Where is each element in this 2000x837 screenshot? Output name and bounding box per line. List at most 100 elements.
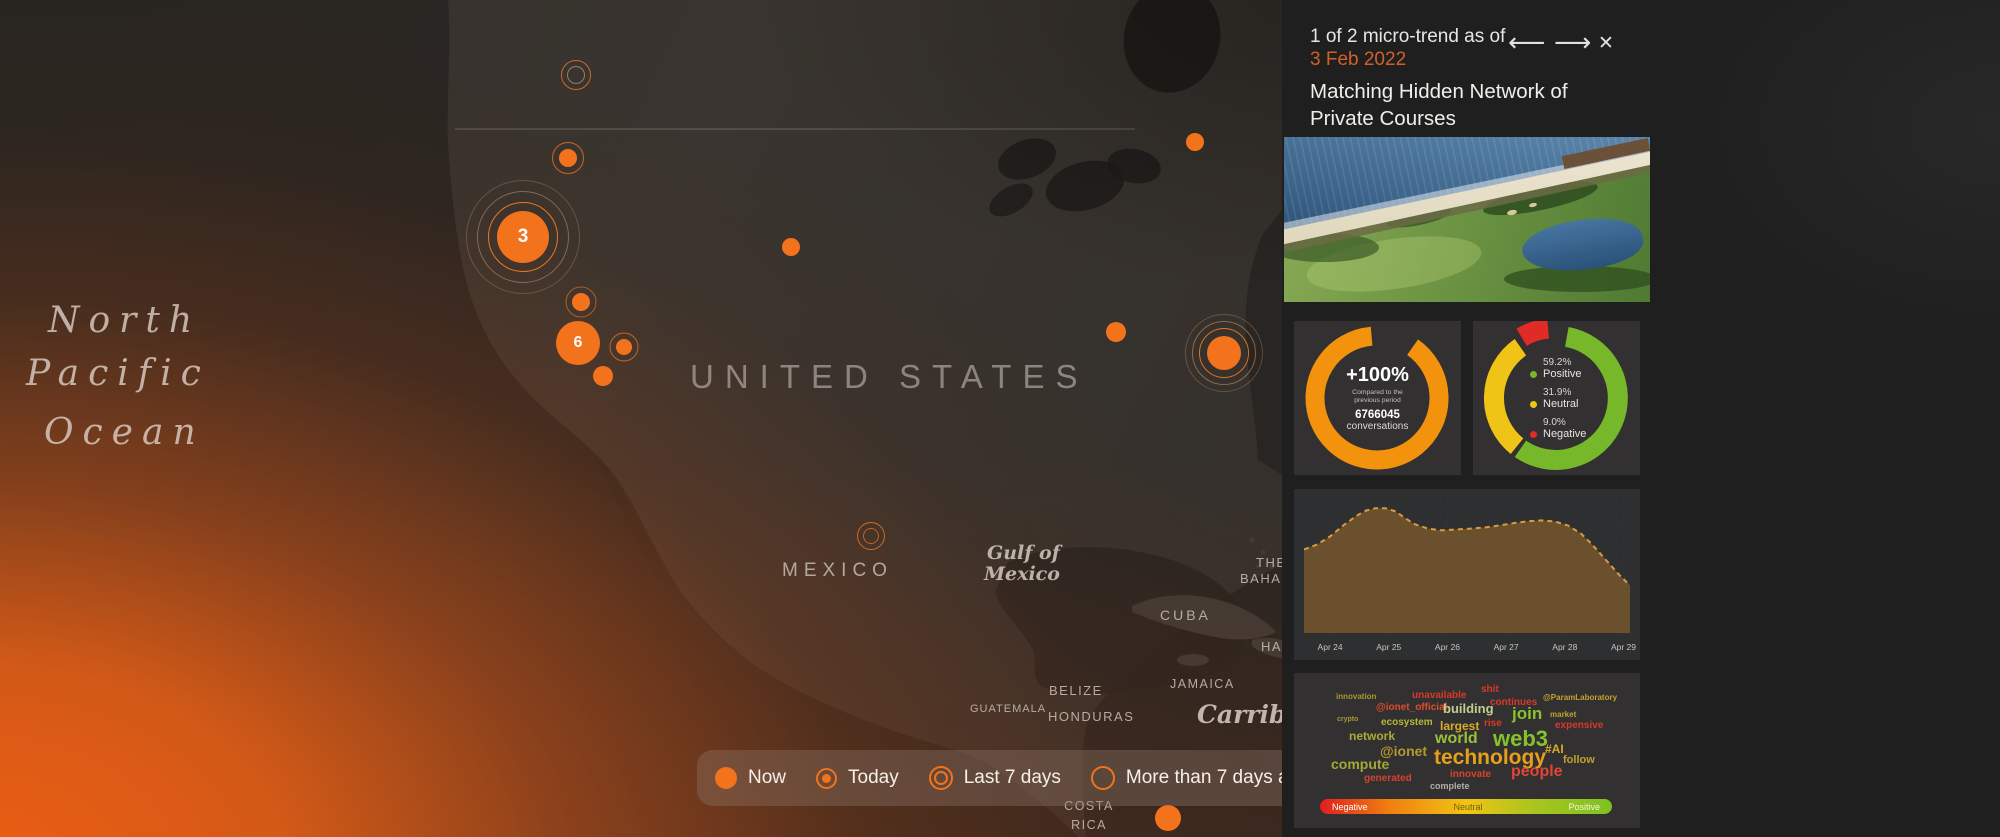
prev-arrow-icon[interactable]: ⟵ [1508, 30, 1545, 56]
wordcloud-term[interactable]: unavailable [1412, 691, 1466, 701]
now-dot-icon [715, 767, 737, 789]
wordcloud-term[interactable]: world [1435, 731, 1478, 747]
x-tick-label: Apr 27 [1494, 642, 1519, 652]
marker-dot: 3 [497, 211, 549, 263]
x-tick-label: Apr 26 [1435, 642, 1460, 652]
label-gulf-of-mexico: Mexico [984, 563, 1060, 585]
label-mexico: MEXICO [782, 560, 893, 582]
wordcloud-term[interactable]: #AI [1545, 743, 1564, 755]
legend-item-now: Now [715, 767, 786, 789]
legend-label: Today [848, 767, 899, 789]
label-north-pacific-ocean: Ocean [44, 412, 205, 453]
close-icon[interactable]: ✕ [1598, 34, 1614, 53]
x-tick-label: Apr 29 [1611, 642, 1636, 652]
marker-dot [1106, 322, 1126, 342]
trend-image-golf-course [1284, 137, 1650, 302]
marker-ring [863, 528, 879, 544]
double-ring-icon [929, 766, 953, 790]
x-tick-label: Apr 25 [1376, 642, 1401, 652]
conversation-volume-card: +100% Compared to the previous period 67… [1294, 321, 1461, 475]
conversation-timeline-card: Apr 24 Apr 25 Apr 26 Apr 27 Apr 28 Apr 29 [1294, 489, 1640, 660]
sentiment-pct: 31.9% [1543, 387, 1586, 398]
today-ring-dot-icon [816, 768, 837, 789]
sentiment-gradient-bar: Negative Neutral Positive [1320, 799, 1612, 814]
conversation-count: 6766045 [1333, 409, 1423, 421]
label-caribbean: Carribbean [1197, 700, 1290, 729]
sentiment-legend-item: 31.9%Neutral [1530, 387, 1586, 410]
sentiment-bar-negative-label: Negative [1332, 802, 1368, 812]
marker-dot [1207, 336, 1241, 370]
wordcloud-term[interactable]: network [1349, 730, 1395, 742]
wordcloud-term[interactable]: @ionet_official [1376, 703, 1447, 713]
wordcloud-term[interactable]: people [1511, 764, 1563, 780]
single-ring-icon [1091, 766, 1115, 790]
sentiment-card: 59.2%Positive 31.9%Neutral 9.0%Negative [1473, 321, 1640, 475]
sentiment-dot-icon [1530, 431, 1537, 438]
volume-change: +100% [1333, 364, 1423, 387]
label-north-pacific-ocean: North [48, 300, 201, 341]
legend-item-last-7-days: Last 7 days [929, 766, 1061, 790]
legend-label: Now [748, 767, 786, 789]
sentiment-legend-item: 9.0%Negative [1530, 417, 1586, 440]
label-cuba: CUBA [1160, 607, 1211, 623]
next-arrow-icon[interactable]: ⟶ [1554, 30, 1591, 56]
x-tick-label: Apr 24 [1318, 642, 1343, 652]
wordcloud-term[interactable]: ecosystem [1381, 718, 1433, 728]
wordcloud-term[interactable]: @ParamLaboratory [1543, 694, 1617, 702]
marker-dot [1155, 805, 1181, 831]
marker-dot [559, 149, 577, 167]
volume-donut-center: +100% Compared to the previous period 67… [1333, 364, 1423, 432]
trend-date: 3 Feb 2022 [1310, 49, 1406, 71]
marker-dot [572, 293, 590, 311]
legend-label: More than 7 days ago [1126, 767, 1290, 789]
marker-dot [616, 339, 632, 355]
marker-dot [593, 366, 613, 386]
label-guatemala: GUATEMALA [970, 703, 1046, 715]
legend-item-today: Today [816, 767, 899, 789]
sentiment-pct: 9.0% [1543, 417, 1586, 428]
legend-label: Last 7 days [964, 767, 1061, 789]
sentiment-dot-icon [1530, 371, 1537, 378]
wordcloud-term[interactable]: expensive [1555, 721, 1603, 731]
volume-subtext: Compared to the previous period [1346, 389, 1410, 406]
wordcloud-term[interactable]: shit [1481, 685, 1499, 695]
label-united-states: UNITED STATES [690, 358, 1088, 396]
wordcloud-term[interactable]: innovation [1336, 693, 1376, 701]
marker-ring [567, 66, 585, 84]
label-north-pacific-ocean: Pacific [26, 353, 210, 394]
trend-counter: 1 of 2 micro-trend as of [1310, 26, 1505, 48]
wordcloud-term[interactable]: innovate [1450, 770, 1491, 780]
wordcloud-term[interactable]: generated [1364, 774, 1412, 784]
timeline-area-chart [1304, 497, 1630, 633]
sentiment-pct: 59.2% [1543, 357, 1586, 368]
label-jamaica: JAMAICA [1170, 677, 1235, 691]
wordcloud-term[interactable]: market [1550, 711, 1576, 719]
label-belize: BELIZE [1049, 683, 1103, 698]
wordcloud-term[interactable]: join [1512, 705, 1542, 722]
sentiment-bar-positive-label: Positive [1568, 802, 1600, 812]
marker-dot [782, 238, 800, 256]
app-root: North Pacific Ocean UNITED STATES MEXICO… [0, 0, 2000, 837]
sentiment-label: Positive [1543, 368, 1582, 380]
wordcloud: innovationunavailableshitcontinues@Param… [1294, 673, 1640, 797]
wordcloud-term[interactable]: compute [1331, 757, 1389, 771]
sentiment-legend: 59.2%Positive 31.9%Neutral 9.0%Negative [1530, 357, 1586, 447]
wordcloud-card: innovationunavailableshitcontinues@Param… [1294, 673, 1640, 828]
marker-dot: 6 [556, 321, 600, 365]
map-canvas[interactable]: North Pacific Ocean UNITED STATES MEXICO… [0, 0, 1290, 837]
legend-item-more-than-7-days: More than 7 days ago [1091, 766, 1290, 790]
wordcloud-term[interactable]: follow [1563, 755, 1595, 766]
marker-dot [1186, 133, 1204, 151]
timeline-x-axis: Apr 24Apr 25Apr 26Apr 27Apr 28Apr 29 [1304, 642, 1630, 654]
wordcloud-term[interactable]: building [1443, 702, 1494, 715]
sentiment-legend-item: 59.2%Positive [1530, 357, 1586, 380]
label-gulf-of-mexico: Gulf of [987, 542, 1060, 564]
wordcloud-term[interactable]: crypto [1337, 716, 1358, 723]
label-costa-rica: RICA [1058, 818, 1120, 832]
sentiment-label: Neutral [1543, 398, 1578, 410]
sentiment-bar-neutral-label: Neutral [1454, 802, 1483, 812]
x-tick-label: Apr 28 [1552, 642, 1577, 652]
label-honduras: HONDURAS [1048, 709, 1134, 724]
map-legend: Now Today Last 7 days More than 7 days a… [697, 750, 1290, 806]
wordcloud-term[interactable]: complete [1430, 782, 1470, 791]
